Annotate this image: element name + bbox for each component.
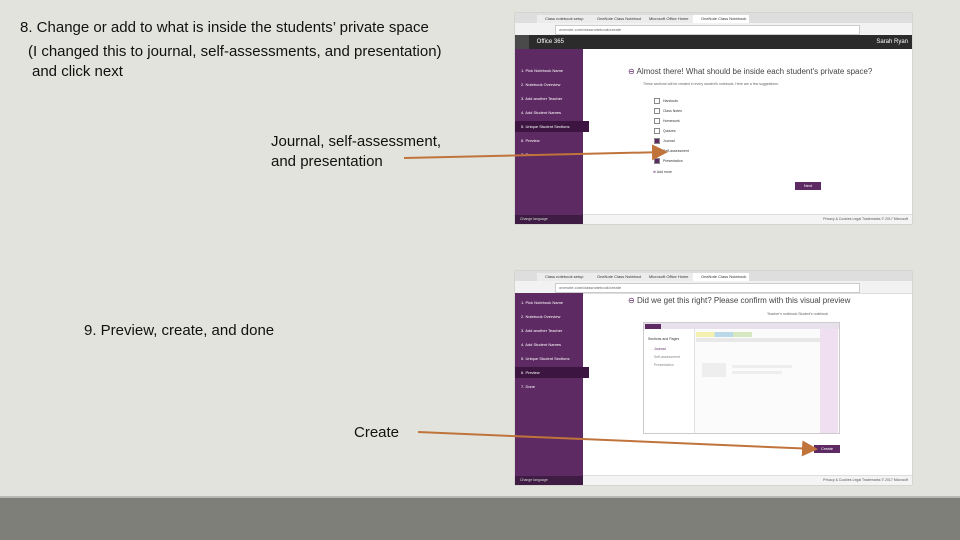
callout-arrows: [403, 144, 818, 457]
arrow-to-checked-sections: [403, 144, 668, 161]
arrow-to-create-button: [417, 431, 818, 457]
